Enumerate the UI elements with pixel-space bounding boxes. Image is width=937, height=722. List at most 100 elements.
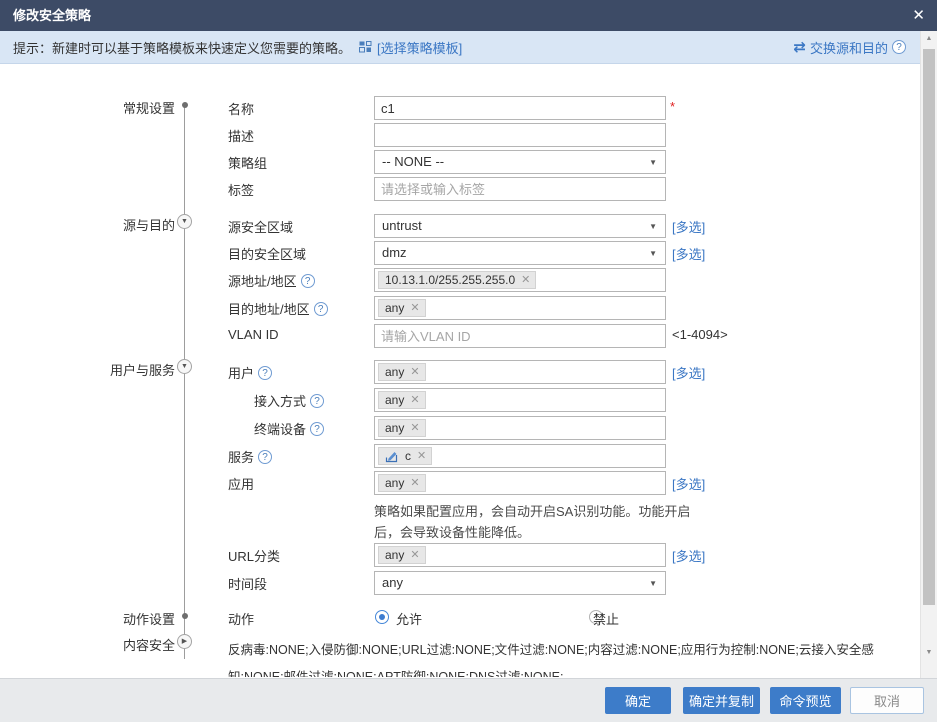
dst-addr-label-text: 目的地址/地区	[228, 299, 310, 318]
service-chip: c ✕	[378, 447, 432, 465]
access-mode-label-text: 接入方式	[254, 391, 306, 410]
help-icon[interactable]: ?	[310, 422, 324, 436]
remove-chip-icon[interactable]: ✕	[417, 451, 426, 462]
src-zone-select[interactable]: untrust ▼	[374, 214, 666, 238]
description-input[interactable]	[374, 123, 666, 147]
service-label-text: 服务	[228, 447, 254, 466]
section-source-dest: 源与目的	[95, 215, 175, 234]
select-policy-template-link[interactable]: [选择策略模板]	[377, 38, 462, 57]
remove-chip-icon[interactable]: ✕	[410, 478, 419, 489]
collapse-source-dest-icon[interactable]: ▼	[177, 214, 192, 229]
cancel-button[interactable]: 取消	[850, 687, 924, 714]
time-range-select[interactable]: any ▼	[374, 571, 666, 595]
remove-chip-icon[interactable]: ✕	[410, 367, 419, 378]
help-icon[interactable]: ?	[310, 394, 324, 408]
application-note: 策略如果配置应用，会自动开启SA识别功能。功能开启后，会导致设备性能降低。	[374, 501, 696, 543]
chevron-down-icon: ▼	[649, 243, 657, 265]
src-addr-input[interactable]: 10.13.1.0/255.255.255.0 ✕	[374, 268, 666, 292]
swap-source-dest-link[interactable]: ⇄ 交换源和目的 ?	[793, 31, 906, 63]
swap-source-dest-label: 交换源和目的	[810, 38, 888, 57]
section-action-settings: 动作设置	[95, 609, 175, 628]
ok-button[interactable]: 确定	[605, 687, 671, 714]
dst-zone-select[interactable]: dmz ▼	[374, 241, 666, 265]
chip-text: any	[385, 548, 404, 562]
section-content-security: 内容安全	[95, 635, 175, 654]
tag-input[interactable]	[374, 177, 666, 201]
content-security-summary: 反病毒:NONE;入侵防御:NONE;URL过滤:NONE;文件过滤:NONE;…	[228, 637, 874, 677]
close-icon[interactable]: ✕	[912, 0, 925, 31]
dialog-titlebar: 修改安全策略 ✕	[0, 0, 937, 31]
user-multi-link[interactable]: [多选]	[672, 363, 705, 382]
section-user-service: 用户与服务	[95, 360, 175, 379]
access-mode-input[interactable]: any ✕	[374, 388, 666, 412]
src-zone-multi-link[interactable]: [多选]	[672, 217, 705, 236]
terminal-device-label-text: 终端设备	[254, 419, 306, 438]
hint-bar: 提示：新建时可以基于策略模板来快速定义您需要的策略。 [选择策略模板] ⇄ 交换…	[0, 31, 920, 64]
name-label: 名称	[228, 99, 254, 118]
name-input[interactable]	[374, 96, 666, 120]
service-label: 服务 ?	[228, 447, 272, 466]
collapse-user-service-icon[interactable]: ▼	[177, 359, 192, 374]
chip-text: 10.13.1.0/255.255.255.0	[385, 273, 515, 287]
section-general-dot	[182, 102, 188, 108]
remove-chip-icon[interactable]: ✕	[410, 550, 419, 561]
help-icon[interactable]: ?	[314, 302, 328, 316]
action-allow-radio[interactable]	[375, 610, 389, 624]
terminal-device-input[interactable]: any ✕	[374, 416, 666, 440]
remove-chip-icon[interactable]: ✕	[521, 275, 530, 286]
dialog-body: 常规设置 源与目的 ▼ 用户与服务 ▼ 动作设置 内容安全 ▶ 名称 * 描述 …	[0, 64, 920, 677]
dst-addr-input[interactable]: any ✕	[374, 296, 666, 320]
url-category-label: URL分类	[228, 546, 280, 565]
policy-group-select[interactable]: -- NONE -- ▼	[374, 150, 666, 174]
service-input[interactable]: c ✕	[374, 444, 666, 468]
url-category-multi-link[interactable]: [多选]	[672, 546, 705, 565]
chip-text: c	[405, 449, 411, 463]
description-label: 描述	[228, 126, 254, 145]
chevron-down-icon: ▼	[649, 573, 657, 595]
chip-text: any	[385, 365, 404, 379]
help-icon[interactable]: ?	[892, 40, 906, 54]
help-icon[interactable]: ?	[258, 450, 272, 464]
remove-chip-icon[interactable]: ✕	[410, 303, 419, 314]
remove-chip-icon[interactable]: ✕	[410, 423, 419, 434]
access-mode-chip: any ✕	[378, 391, 426, 409]
dst-addr-label: 目的地址/地区 ?	[228, 299, 328, 318]
expand-content-security-icon[interactable]: ▶	[177, 634, 192, 649]
application-multi-link[interactable]: [多选]	[672, 474, 705, 493]
url-category-input[interactable]: any ✕	[374, 543, 666, 567]
action-label: 动作	[228, 609, 254, 628]
template-grid-icon	[359, 41, 372, 53]
command-preview-button[interactable]: 命令预览	[770, 687, 841, 714]
dst-zone-multi-link[interactable]: [多选]	[672, 244, 705, 263]
vlan-range-hint: <1-4094>	[672, 327, 728, 342]
help-icon[interactable]: ?	[258, 366, 272, 380]
user-input[interactable]: any ✕	[374, 360, 666, 384]
scroll-up-icon[interactable]: ▲	[921, 35, 937, 42]
hint-text: 提示：新建时可以基于策略模板来快速定义您需要的策略。	[13, 38, 351, 57]
chevron-down-icon: ▼	[649, 216, 657, 238]
dst-addr-chip: any ✕	[378, 299, 426, 317]
scroll-down-icon[interactable]: ▼	[921, 649, 937, 656]
terminal-device-label: 终端设备 ?	[254, 419, 324, 438]
src-addr-label-text: 源地址/地区	[228, 271, 297, 290]
policy-group-value: -- NONE --	[382, 154, 444, 169]
chip-text: any	[385, 301, 404, 315]
src-addr-label: 源地址/地区 ?	[228, 271, 315, 290]
application-input[interactable]: any ✕	[374, 471, 666, 495]
vlan-input[interactable]	[374, 324, 666, 348]
help-icon[interactable]: ?	[301, 274, 315, 288]
custom-service-icon	[385, 450, 398, 463]
application-chip: any ✕	[378, 474, 426, 492]
dialog-title: 修改安全策略	[13, 0, 91, 31]
ok-and-copy-button[interactable]: 确定并复制	[683, 687, 760, 714]
url-category-chip: any ✕	[378, 546, 426, 564]
section-general: 常规设置	[95, 98, 175, 117]
policy-group-label: 策略组	[228, 153, 267, 172]
src-zone-value: untrust	[382, 218, 422, 233]
scrollbar[interactable]: ▲ ▼	[920, 31, 937, 678]
scrollbar-thumb[interactable]	[923, 49, 935, 605]
remove-chip-icon[interactable]: ✕	[410, 395, 419, 406]
src-addr-chip: 10.13.1.0/255.255.255.0 ✕	[378, 271, 536, 289]
tag-label: 标签	[228, 180, 254, 199]
terminal-device-chip: any ✕	[378, 419, 426, 437]
